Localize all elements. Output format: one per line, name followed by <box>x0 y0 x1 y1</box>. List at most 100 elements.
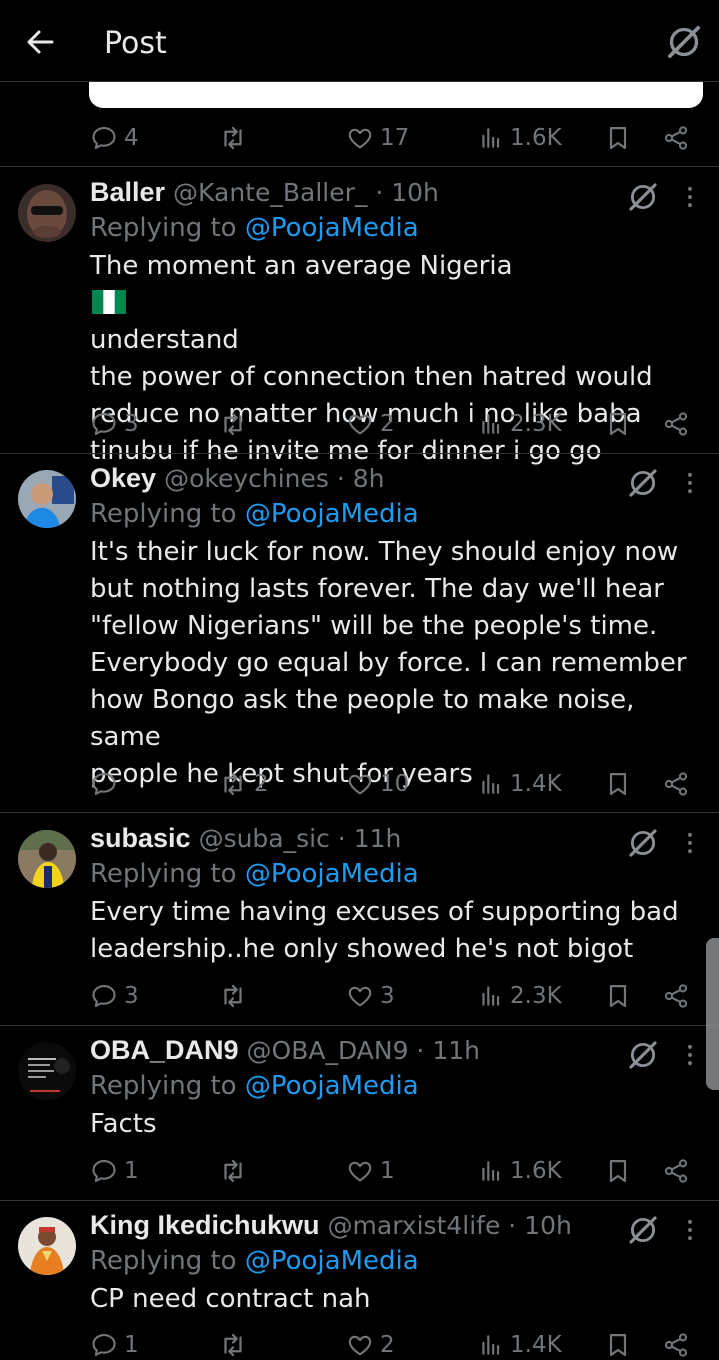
mention-link[interactable]: @PoojaMedia <box>245 1246 419 1276</box>
like-button[interactable]: 1 <box>346 1153 395 1189</box>
like-button[interactable]: 17 <box>346 120 409 156</box>
mention-link[interactable]: @PoojaMedia <box>245 213 419 243</box>
reply-button[interactable] <box>90 766 124 802</box>
user-handle[interactable]: @okeychines <box>164 464 329 493</box>
user-handle[interactable]: @OBA_DAN9 <box>247 1036 409 1065</box>
grok-icon[interactable] <box>626 1038 660 1072</box>
page-title: Post <box>104 26 167 61</box>
avatar[interactable] <box>18 1217 76 1275</box>
more-icon[interactable] <box>676 468 704 498</box>
share-button[interactable] <box>662 406 690 442</box>
more-icon[interactable] <box>676 182 704 212</box>
share-icon <box>662 410 690 438</box>
display-name[interactable]: Okey <box>90 463 156 493</box>
more-icon[interactable] <box>676 828 704 858</box>
reply-icon <box>90 124 118 152</box>
share-button[interactable] <box>662 1153 690 1189</box>
mention-link[interactable]: @PoojaMedia <box>245 499 419 529</box>
reply-icon <box>90 982 118 1010</box>
reply-button[interactable]: 1 <box>90 1153 139 1189</box>
reply-tweet[interactable]: subasic @suba_sic · 11h Replying to @Pooj… <box>0 814 719 1025</box>
repost-icon <box>218 1330 248 1360</box>
timestamp[interactable]: 11h <box>354 824 402 853</box>
bookmark-icon <box>604 124 632 152</box>
views-button[interactable]: 1.6K <box>478 1153 562 1189</box>
bookmark-button[interactable] <box>604 766 632 802</box>
tweet-text: Facts <box>90 1109 157 1139</box>
views-button[interactable]: 1.6K <box>478 120 562 156</box>
like-button[interactable]: 10 <box>346 766 409 802</box>
more-icon[interactable] <box>676 1040 704 1070</box>
bookmark-icon <box>604 982 632 1010</box>
tweet-text: CP need contract nah <box>90 1284 371 1314</box>
action-bar: 3 2 2.3K <box>90 406 698 442</box>
user-handle[interactable]: @marxist4life <box>328 1211 501 1240</box>
avatar[interactable] <box>18 470 76 528</box>
like-button[interactable]: 2 <box>346 1327 395 1360</box>
share-button[interactable] <box>662 1327 690 1360</box>
bookmark-button[interactable] <box>604 1327 632 1360</box>
grok-icon[interactable] <box>626 180 660 214</box>
avatar[interactable] <box>18 830 76 888</box>
bookmark-button[interactable] <box>604 978 632 1014</box>
mention-link[interactable]: @PoojaMedia <box>245 1071 419 1101</box>
avatar[interactable] <box>18 184 76 242</box>
action-bar: 4 17 1.6K <box>90 120 698 156</box>
views-button[interactable]: 1.4K <box>478 766 562 802</box>
repost-button[interactable] <box>218 120 254 156</box>
scrollbar[interactable] <box>706 938 719 1090</box>
bookmark-button[interactable] <box>604 1153 632 1189</box>
reply-button[interactable]: 1 <box>90 1327 139 1360</box>
share-icon <box>662 1157 690 1185</box>
repost-button[interactable] <box>218 1327 254 1360</box>
repost-button[interactable]: 2 <box>218 766 269 802</box>
reply-tweet[interactable]: King Ikedichukwu @marxist4life · 10h Repl… <box>0 1201 719 1360</box>
views-icon <box>478 1332 504 1358</box>
quoted-post-card[interactable] <box>89 82 703 108</box>
views-button[interactable]: 2.3K <box>478 978 562 1014</box>
display-name[interactable]: King Ikedichukwu <box>90 1210 320 1240</box>
repost-icon <box>218 981 248 1011</box>
reply-button[interactable]: 3 <box>90 978 139 1014</box>
reply-button[interactable]: 3 <box>90 406 139 442</box>
like-button[interactable]: 3 <box>346 978 395 1014</box>
repost-button[interactable] <box>218 978 254 1014</box>
grok-icon[interactable] <box>626 1213 660 1247</box>
timestamp[interactable]: 11h <box>432 1036 480 1065</box>
bookmark-button[interactable] <box>604 120 632 156</box>
like-button[interactable]: 2 <box>346 406 395 442</box>
timestamp[interactable]: 8h <box>353 464 385 493</box>
grok-icon[interactable] <box>626 466 660 500</box>
grok-icon[interactable] <box>626 826 660 860</box>
display-name[interactable]: OBA_DAN9 <box>90 1035 239 1065</box>
more-icon[interactable] <box>676 1215 704 1245</box>
reply-icon <box>90 410 118 438</box>
share-button[interactable] <box>662 766 690 802</box>
timestamp[interactable]: 10h <box>524 1211 572 1240</box>
user-handle[interactable]: @suba_sic <box>199 824 330 853</box>
reply-tweet[interactable]: OBA_DAN9 @OBA_DAN9 · 11h Replying to @Poo… <box>0 1026 719 1200</box>
mention-link[interactable]: @PoojaMedia <box>245 859 419 889</box>
share-button[interactable] <box>662 978 690 1014</box>
action-bar: 1 2 1.4K <box>90 1327 698 1360</box>
repost-button[interactable] <box>218 406 254 442</box>
bookmark-button[interactable] <box>604 406 632 442</box>
repost-button[interactable] <box>218 1153 254 1189</box>
back-arrow-icon[interactable] <box>22 24 58 60</box>
tweet-header: Okey @okeychines · 8h <box>90 463 385 493</box>
like-icon <box>346 1331 374 1359</box>
grok-icon[interactable] <box>664 22 704 62</box>
reply-tweet[interactable]: Baller @Kante_Baller_ · 10h Replying to @… <box>0 168 719 466</box>
action-bar: 2 10 1.4K <box>90 766 698 802</box>
avatar[interactable] <box>18 1042 76 1100</box>
display-name[interactable]: subasic <box>90 823 191 853</box>
reply-button[interactable]: 4 <box>90 120 139 156</box>
bookmark-icon <box>604 1331 632 1359</box>
display-name[interactable]: Baller <box>90 177 165 207</box>
timestamp[interactable]: 10h <box>391 178 439 207</box>
reply-tweet[interactable]: Okey @okeychines · 8h Replying to @PoojaM… <box>0 454 719 812</box>
views-button[interactable]: 1.4K <box>478 1327 562 1360</box>
user-handle[interactable]: @Kante_Baller_ <box>173 178 367 207</box>
share-button[interactable] <box>662 120 690 156</box>
views-button[interactable]: 2.3K <box>478 406 562 442</box>
